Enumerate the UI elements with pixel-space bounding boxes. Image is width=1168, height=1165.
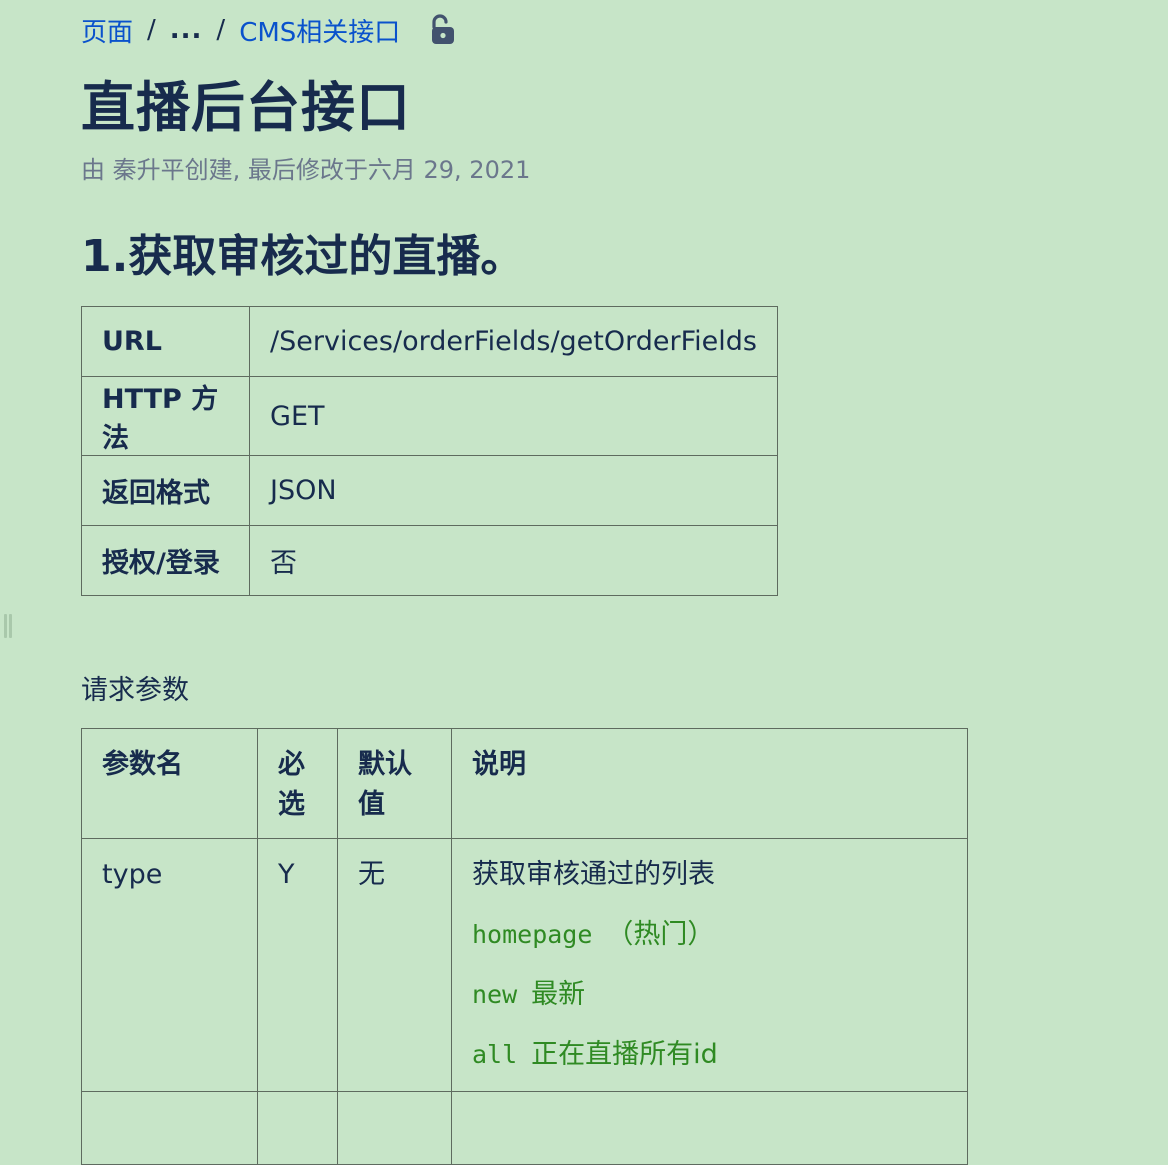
page-title: 直播后台接口 [81,76,411,139]
header-required: 必 选 [257,728,338,839]
option-text: 正在直播所有id [531,1039,718,1070]
option-line: all 正在直播所有id [472,1035,947,1075]
breadcrumb-separator: / [216,15,226,45]
resize-handle[interactable] [4,614,12,638]
table-row: URL /Services/orderFields/getOrderFields [80,306,778,377]
table-cell [81,1091,258,1165]
unlock-icon[interactable] [428,14,458,46]
option-code: homepage [472,920,593,949]
page-metadata: 由 秦升平创建, 最后修改于六月 29, 2021 [81,156,531,184]
param-required: Y [257,838,338,1092]
param-default: 无 [337,838,452,1092]
option-code: all [472,1040,518,1069]
info-key: HTTP 方法 [80,376,251,456]
table-header-row: 参数名 必 选 默认 值 说明 [81,728,968,839]
table-cell [257,1091,338,1165]
header-param-name: 参数名 [81,728,258,839]
header-default-line1: 默认 [358,749,412,780]
info-key: 返回格式 [80,455,251,526]
breadcrumb-root-link[interactable]: 页面 [81,12,133,49]
table-row: HTTP 方法 GET [80,376,778,456]
description-text: 获取审核通过的列表 [472,859,715,890]
param-description: 获取审核通过的列表 homepage （热门） new 最新 all 正在直播所有id [451,838,968,1092]
info-value: GET [249,376,778,456]
table-row: 返回格式 JSON [80,455,778,526]
table-row: type Y 无 获取审核通过的列表 homepage （热门） new 最新 al… [81,838,968,1092]
option-text: 最新 [531,979,586,1010]
table-row [81,1091,968,1165]
option-code: new [472,980,518,1009]
info-value: /Services/orderFields/getOrderFields [249,306,778,377]
param-name: type [81,838,258,1092]
header-description: 说明 [451,728,968,839]
breadcrumb-ellipsis[interactable]: ... [170,15,203,45]
request-params-label: 请求参数 [81,675,189,706]
table-cell [451,1091,968,1165]
info-value: JSON [249,455,778,526]
header-default-line2: 值 [358,789,385,820]
info-key: 授权/登录 [80,525,251,596]
option-text: （热门） [606,919,715,950]
api-info-table: URL /Services/orderFields/getOrderFields… [80,306,778,596]
header-default: 默认 值 [337,728,452,839]
option-line: homepage （热门） [472,915,947,955]
info-key: URL [80,306,251,377]
option-line: new 最新 [472,975,947,1015]
section-heading: 1.获取审核过的直播。 [81,231,525,282]
breadcrumb: 页面 / ... / CMS相关接口 [81,12,458,48]
info-value: 否 [249,525,778,596]
request-params-table: 参数名 必 选 默认 值 说明 type Y 无 获取审核通过的列表 homep… [81,728,968,1165]
table-row: 授权/登录 否 [80,525,778,596]
table-cell [337,1091,452,1165]
header-required-line1: 必 [278,749,305,780]
breadcrumb-parent-link[interactable]: CMS相关接口 [239,12,400,49]
breadcrumb-separator: / [147,15,156,45]
header-required-line2: 选 [278,789,305,820]
